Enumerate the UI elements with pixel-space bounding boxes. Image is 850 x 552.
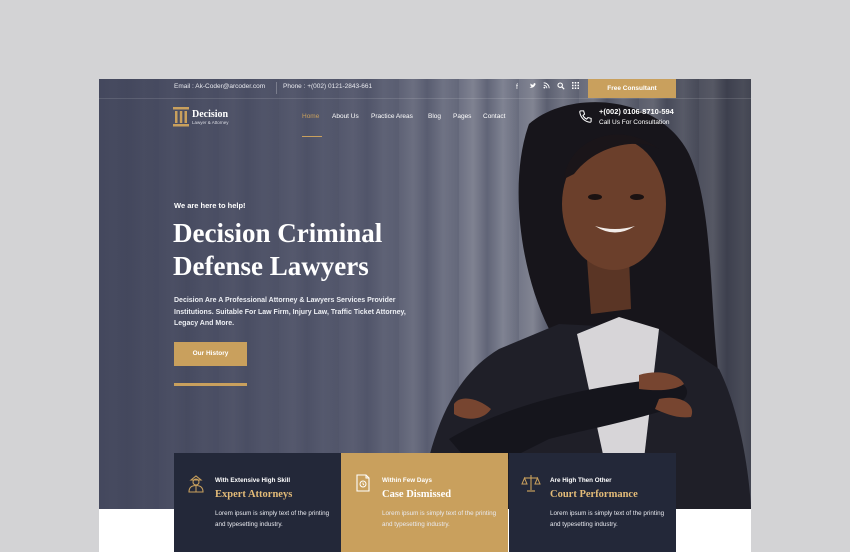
header-phone-number[interactable]: +(002) 0106-8710-594 [599, 107, 674, 116]
feature-label: Within Few Days [382, 477, 432, 484]
nav-active-indicator [302, 136, 322, 137]
free-consultant-button[interactable]: Free Consultant [588, 79, 676, 98]
hero-title-line-2: Defense Lawyers [173, 251, 369, 281]
nav-about-us[interactable]: About Us [332, 113, 359, 120]
feature-body: Lorem ipsum is simply text of the printi… [550, 510, 665, 528]
feature-title: Court Performance [550, 489, 638, 500]
twitter-icon[interactable] [529, 82, 537, 95]
scales-icon [521, 475, 541, 492]
lawyer-icon [188, 475, 204, 493]
phone-icon [579, 110, 592, 123]
nav-home[interactable]: Home [302, 113, 319, 120]
hero-section: Email : Ak-Coder@arcoder.com Phone : +(0… [99, 79, 751, 509]
document-icon [356, 474, 370, 492]
search-icon[interactable] [557, 82, 565, 95]
topbar-divider [276, 82, 277, 94]
logo-tagline: Lawyer & Attorney [192, 120, 229, 125]
hero-title-line-1: Decision Criminal [173, 218, 383, 248]
nav-blog[interactable]: Blog [428, 113, 441, 120]
topbar-phone[interactable]: Phone : +(002) 0121-2843-661 [283, 83, 372, 90]
top-bar: Email : Ak-Coder@arcoder.com Phone : +(0… [99, 79, 751, 99]
hero-eyebrow: We are here to help! [174, 201, 246, 210]
facebook-icon[interactable]: f [516, 82, 518, 94]
feature-card-expert-attorneys[interactable]: With Extensive High Skill Expert Attorne… [174, 453, 341, 552]
nav-practice-areas[interactable]: Practice Areas [371, 113, 413, 120]
feature-title: Expert Attorneys [215, 489, 293, 500]
our-history-button[interactable]: Our History [174, 342, 247, 366]
topbar-email[interactable]: Email : Ak-Coder@arcoder.com [174, 83, 265, 90]
feature-body: Lorem ipsum is simply text of the printi… [215, 510, 330, 528]
nav-contact[interactable]: Contact [483, 113, 505, 120]
hero-title: Decision Criminal Defense Lawyers [173, 217, 463, 283]
header-phone-label: Call Us For Consultation [599, 119, 670, 126]
hero-portrait-image [419, 102, 751, 509]
feature-title: Case Dismissed [382, 489, 452, 500]
slider-progress-indicator[interactable] [174, 383, 247, 386]
logo-name: Decision [192, 109, 229, 120]
feature-label: Are High Then Other [550, 477, 612, 484]
feature-body: Lorem ipsum is simply text of the printi… [382, 510, 497, 528]
website-frame: Email : Ak-Coder@arcoder.com Phone : +(0… [99, 79, 751, 552]
hero-description: Decision Are A Professional Attorney & L… [174, 297, 406, 327]
feature-label: With Extensive High Skill [215, 477, 291, 484]
pillar-logo-icon [173, 107, 189, 127]
rss-icon[interactable] [543, 82, 550, 94]
feature-card-court-performance[interactable]: Are High Then Other Court Performance Lo… [509, 453, 676, 552]
nav-pages[interactable]: Pages [453, 113, 471, 120]
feature-card-case-dismissed[interactable]: Within Few Days Case Dismissed Lorem ips… [341, 453, 508, 552]
features-strip: With Extensive High Skill Expert Attorne… [174, 453, 676, 552]
grid-icon[interactable] [572, 82, 579, 94]
